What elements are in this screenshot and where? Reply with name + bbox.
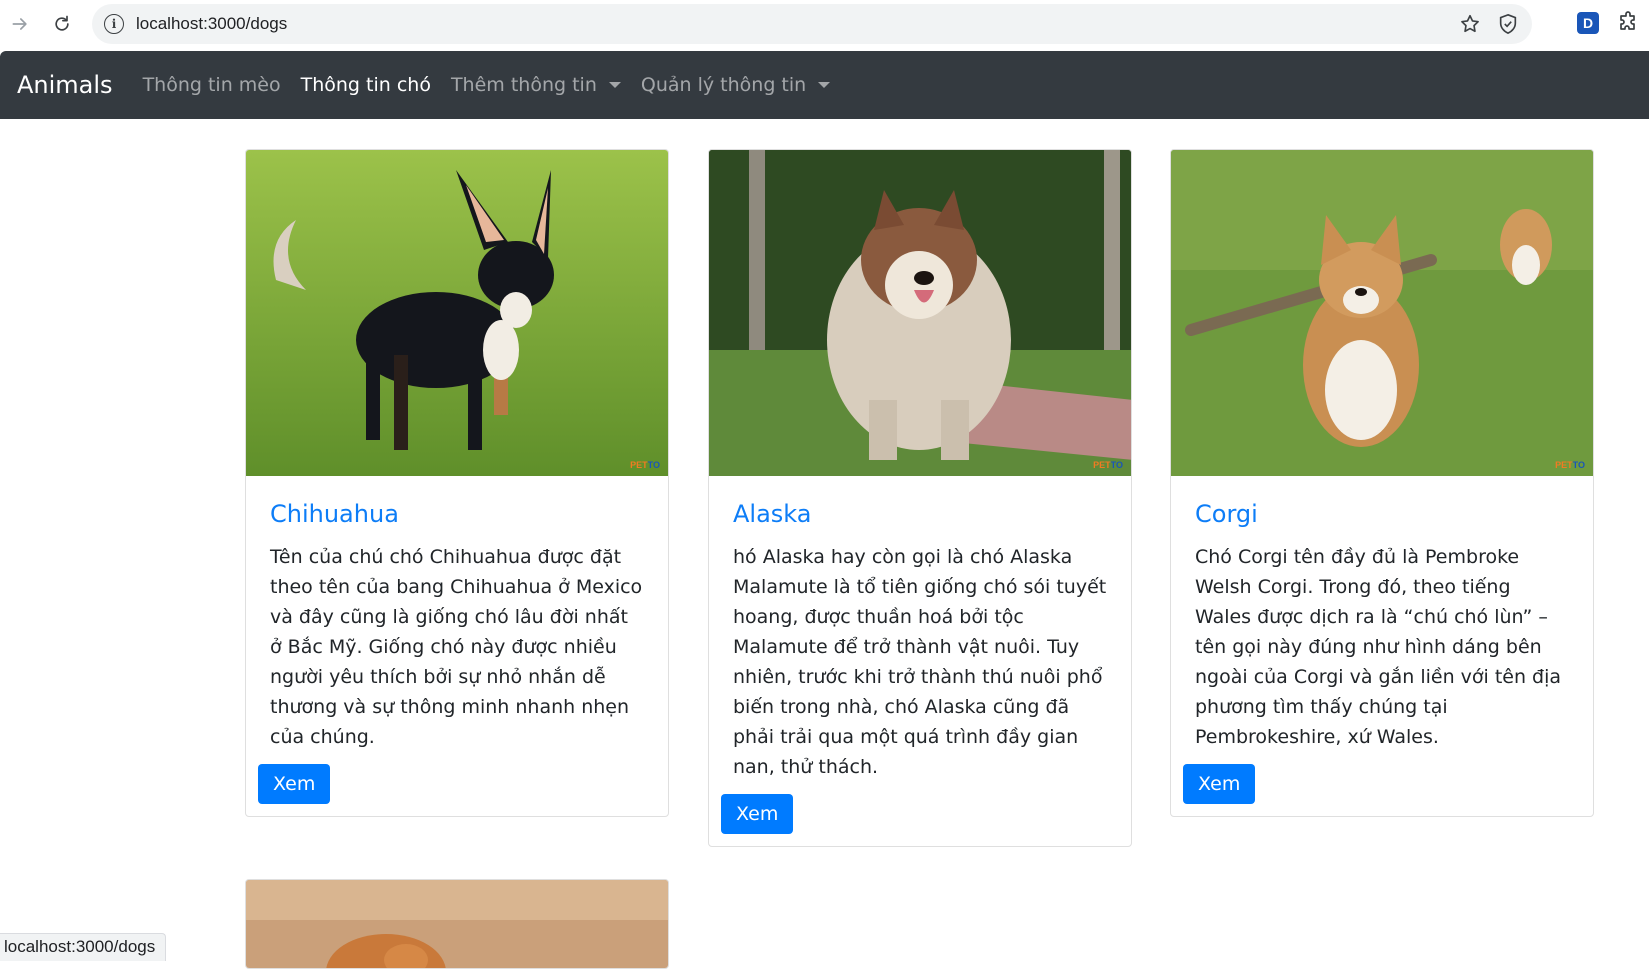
site-info-icon[interactable]: i [104,14,124,34]
card-title[interactable]: Chihuahua [270,500,644,528]
chihuahua-image: PETTO [246,150,668,476]
card-body: Alaska hó Alaska hay còn gọi là chó Alas… [709,476,1131,794]
nav-link-dogs[interactable]: Thông tin chó [301,74,431,96]
watermark-logo: PETTO [630,460,660,470]
navbar-brand[interactable]: Animals [17,71,113,99]
extension-d-icon[interactable]: D [1577,12,1599,34]
card-text: Chó Corgi tên đầy đủ là Pembroke Welsh C… [1195,546,1562,748]
dog-card-chihuahua: PETTO Chihuahua Tên của chú chó Chihuahu… [245,149,669,817]
caret-down-icon [818,82,831,88]
watermark-logo: PETTO [1093,460,1123,470]
browser-toolbar: i localhost:3000/dogs D [0,0,1649,50]
card-body: Chihuahua Tên của chú chó Chihuahua được… [246,476,668,764]
card-title[interactable]: Corgi [1195,500,1569,528]
nav-link-cats[interactable]: Thông tin mèo [143,74,281,96]
nav-dropdown-add-info[interactable]: Thêm thông tin [451,74,621,96]
card-body: Corgi Chó Corgi tên đầy đủ là Pembroke W… [1171,476,1593,764]
corgi-image: PETTO [1171,150,1593,476]
view-button[interactable]: Xem [721,794,794,834]
reload-icon[interactable] [42,4,82,44]
url-text: localhost:3000/dogs [136,14,288,33]
caret-down-icon [608,82,621,88]
watermark-logo: PETTO [1555,460,1585,470]
view-button[interactable]: Xem [1183,764,1256,804]
extensions-puzzle-icon[interactable] [1617,10,1643,36]
status-bar: localhost:3000/dogs [0,933,167,961]
nav-dropdown-manage-info[interactable]: Quản lý thông tin [641,74,831,96]
dog-card-alaska: PETTO Alaska hó Alaska hay còn gọi là ch… [708,149,1132,847]
card-text: Tên của chú chó Chihuahua được đặt theo … [270,546,643,748]
alaska-image: PETTO [709,150,1131,476]
bookmark-star-icon[interactable] [1456,10,1484,38]
back-arrow-icon[interactable] [0,4,40,44]
address-bar[interactable]: i localhost:3000/dogs [92,4,1532,44]
top-navbar: Animals Thông tin mèo Thông tin chó Thêm… [0,51,1649,119]
dog-card-partial [245,879,669,969]
card-title[interactable]: Alaska [733,500,1107,528]
view-button[interactable]: Xem [258,764,331,804]
shield-extension-icon[interactable] [1494,10,1522,38]
card-text: hó Alaska hay còn gọi là chó Alaska Mala… [733,546,1107,778]
poodle-image [246,880,668,968]
dog-card-corgi: PETTO Corgi Chó Corgi tên đầy đủ là Pemb… [1170,149,1594,817]
